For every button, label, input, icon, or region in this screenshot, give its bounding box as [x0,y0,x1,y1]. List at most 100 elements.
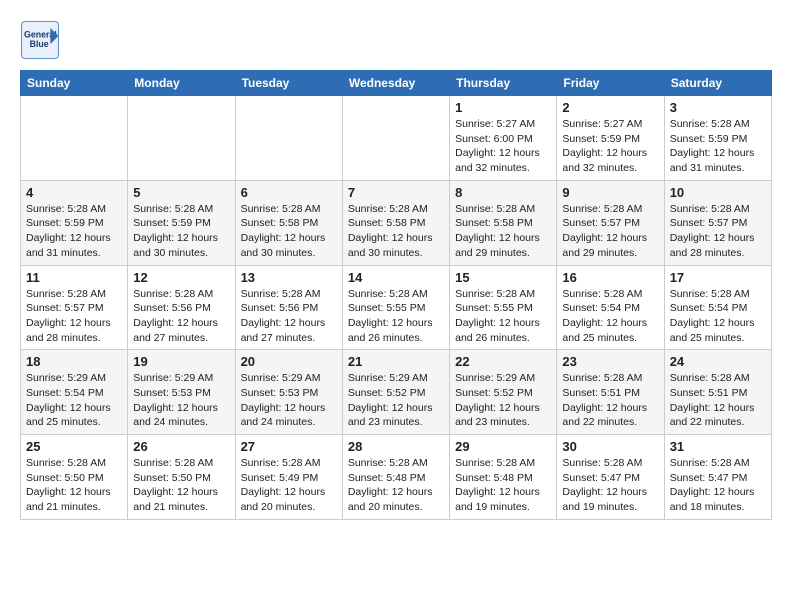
day-info: Sunrise: 5:28 AM Sunset: 5:56 PM Dayligh… [133,287,229,346]
calendar-cell: 6 Sunrise: 5:28 AM Sunset: 5:58 PM Daylig… [235,180,342,265]
calendar-cell: 4Sunrise: 5:28 AM Sunset: 5:59 PM Daylig… [21,180,128,265]
day-number: 14 [348,270,444,285]
day-number: 21 [348,354,444,369]
weekday-header-sunday: Sunday [21,71,128,96]
day-info: Sunrise: 5:28 AM Sunset: 5:50 PM Dayligh… [133,456,229,515]
day-info: Sunrise: 5:28 AM Sunset: 5:50 PM Dayligh… [26,456,122,515]
calendar-cell: 2 Sunrise: 5:27 AM Sunset: 5:59 PM Daylig… [557,96,664,181]
day-number: 31 [670,439,766,454]
day-info: Sunrise: 5:28 AM Sunset: 5:59 PM Dayligh… [26,202,122,261]
day-number: 12 [133,270,229,285]
calendar-cell: 14 Sunrise: 5:28 AM Sunset: 5:55 PM Dayli… [342,265,449,350]
day-info: Sunrise: 5:28 AM Sunset: 5:51 PM Dayligh… [562,371,658,430]
day-info: Sunrise: 5:29 AM Sunset: 5:54 PM Dayligh… [26,371,122,430]
calendar-cell: 24 Sunrise: 5:28 AM Sunset: 5:51 PM Dayli… [664,350,771,435]
svg-text:Blue: Blue [30,39,49,49]
day-number: 30 [562,439,658,454]
day-info: Sunrise: 5:28 AM Sunset: 5:57 PM Dayligh… [26,287,122,346]
calendar-cell [342,96,449,181]
day-number: 26 [133,439,229,454]
day-info: Sunrise: 5:27 AM Sunset: 5:59 PM Dayligh… [562,117,658,176]
day-info: Sunrise: 5:29 AM Sunset: 5:53 PM Dayligh… [133,371,229,430]
day-info: Sunrise: 5:29 AM Sunset: 5:52 PM Dayligh… [348,371,444,430]
weekday-header-tuesday: Tuesday [235,71,342,96]
day-info: Sunrise: 5:28 AM Sunset: 5:47 PM Dayligh… [670,456,766,515]
weekday-header-saturday: Saturday [664,71,771,96]
day-info: Sunrise: 5:28 AM Sunset: 5:55 PM Dayligh… [455,287,551,346]
day-info: Sunrise: 5:28 AM Sunset: 5:59 PM Dayligh… [133,202,229,261]
calendar-table: SundayMondayTuesdayWednesdayThursdayFrid… [20,70,772,520]
day-number: 22 [455,354,551,369]
day-info: Sunrise: 5:27 AM Sunset: 6:00 PM Dayligh… [455,117,551,176]
day-number: 16 [562,270,658,285]
calendar-cell: 9Sunrise: 5:28 AM Sunset: 5:57 PM Daylig… [557,180,664,265]
calendar-cell: 30 Sunrise: 5:28 AM Sunset: 5:47 PM Dayli… [557,435,664,520]
day-number: 9 [562,185,658,200]
day-info: Sunrise: 5:28 AM Sunset: 5:58 PM Dayligh… [455,202,551,261]
calendar-week-row: 18 Sunrise: 5:29 AM Sunset: 5:54 PM Dayli… [21,350,772,435]
day-info: Sunrise: 5:28 AM Sunset: 5:48 PM Dayligh… [348,456,444,515]
calendar-cell: 7Sunrise: 5:28 AM Sunset: 5:58 PM Daylig… [342,180,449,265]
day-number: 17 [670,270,766,285]
weekday-header-thursday: Thursday [450,71,557,96]
day-info: Sunrise: 5:28 AM Sunset: 5:47 PM Dayligh… [562,456,658,515]
day-info: Sunrise: 5:28 AM Sunset: 5:54 PM Dayligh… [670,287,766,346]
weekday-header-row: SundayMondayTuesdayWednesdayThursdayFrid… [21,71,772,96]
day-number: 5 [133,185,229,200]
day-info: Sunrise: 5:28 AM Sunset: 5:58 PM Dayligh… [241,202,337,261]
calendar-cell: 26 Sunrise: 5:28 AM Sunset: 5:50 PM Dayli… [128,435,235,520]
day-info: Sunrise: 5:28 AM Sunset: 5:59 PM Dayligh… [670,117,766,176]
day-info: Sunrise: 5:29 AM Sunset: 5:52 PM Dayligh… [455,371,551,430]
calendar-cell: 11 Sunrise: 5:28 AM Sunset: 5:57 PM Dayli… [21,265,128,350]
day-number: 8 [455,185,551,200]
day-number: 15 [455,270,551,285]
calendar-cell: 8 Sunrise: 5:28 AM Sunset: 5:58 PM Daylig… [450,180,557,265]
calendar-cell: 5 Sunrise: 5:28 AM Sunset: 5:59 PM Daylig… [128,180,235,265]
day-number: 3 [670,100,766,115]
day-number: 11 [26,270,122,285]
calendar-cell: 27 Sunrise: 5:28 AM Sunset: 5:49 PM Dayli… [235,435,342,520]
day-number: 29 [455,439,551,454]
calendar-cell: 28Sunrise: 5:28 AM Sunset: 5:48 PM Dayli… [342,435,449,520]
day-number: 27 [241,439,337,454]
calendar-cell [235,96,342,181]
calendar-cell: 23Sunrise: 5:28 AM Sunset: 5:51 PM Dayli… [557,350,664,435]
logo: General Blue [20,20,64,60]
calendar-cell [21,96,128,181]
day-number: 25 [26,439,122,454]
calendar-cell: 25 Sunrise: 5:28 AM Sunset: 5:50 PM Dayli… [21,435,128,520]
day-number: 13 [241,270,337,285]
calendar-cell: 18 Sunrise: 5:29 AM Sunset: 5:54 PM Dayli… [21,350,128,435]
day-number: 10 [670,185,766,200]
day-number: 1 [455,100,551,115]
day-number: 20 [241,354,337,369]
weekday-header-friday: Friday [557,71,664,96]
day-number: 2 [562,100,658,115]
day-number: 18 [26,354,122,369]
weekday-header-wednesday: Wednesday [342,71,449,96]
calendar-cell: 20 Sunrise: 5:29 AM Sunset: 5:53 PM Dayli… [235,350,342,435]
day-info: Sunrise: 5:28 AM Sunset: 5:57 PM Dayligh… [670,202,766,261]
day-info: Sunrise: 5:29 AM Sunset: 5:53 PM Dayligh… [241,371,337,430]
calendar-cell [128,96,235,181]
calendar-cell: 17 Sunrise: 5:28 AM Sunset: 5:54 PM Dayli… [664,265,771,350]
day-number: 19 [133,354,229,369]
calendar-cell: 10 Sunrise: 5:28 AM Sunset: 5:57 PM Dayli… [664,180,771,265]
weekday-header-monday: Monday [128,71,235,96]
calendar-week-row: 11 Sunrise: 5:28 AM Sunset: 5:57 PM Dayli… [21,265,772,350]
calendar-cell: 1 Sunrise: 5:27 AM Sunset: 6:00 PM Daylig… [450,96,557,181]
day-info: Sunrise: 5:28 AM Sunset: 5:56 PM Dayligh… [241,287,337,346]
day-info: Sunrise: 5:28 AM Sunset: 5:48 PM Dayligh… [455,456,551,515]
calendar-cell: 3 Sunrise: 5:28 AM Sunset: 5:59 PM Daylig… [664,96,771,181]
calendar-cell: 15 Sunrise: 5:28 AM Sunset: 5:55 PM Dayli… [450,265,557,350]
calendar-cell: 22 Sunrise: 5:29 AM Sunset: 5:52 PM Dayli… [450,350,557,435]
day-info: Sunrise: 5:28 AM Sunset: 5:49 PM Dayligh… [241,456,337,515]
day-info: Sunrise: 5:28 AM Sunset: 5:55 PM Dayligh… [348,287,444,346]
calendar-cell: 13 Sunrise: 5:28 AM Sunset: 5:56 PM Dayli… [235,265,342,350]
day-info: Sunrise: 5:28 AM Sunset: 5:51 PM Dayligh… [670,371,766,430]
calendar-cell: 12 Sunrise: 5:28 AM Sunset: 5:56 PM Dayli… [128,265,235,350]
day-info: Sunrise: 5:28 AM Sunset: 5:58 PM Dayligh… [348,202,444,261]
day-number: 24 [670,354,766,369]
calendar-cell: 19 Sunrise: 5:29 AM Sunset: 5:53 PM Dayli… [128,350,235,435]
day-number: 6 [241,185,337,200]
